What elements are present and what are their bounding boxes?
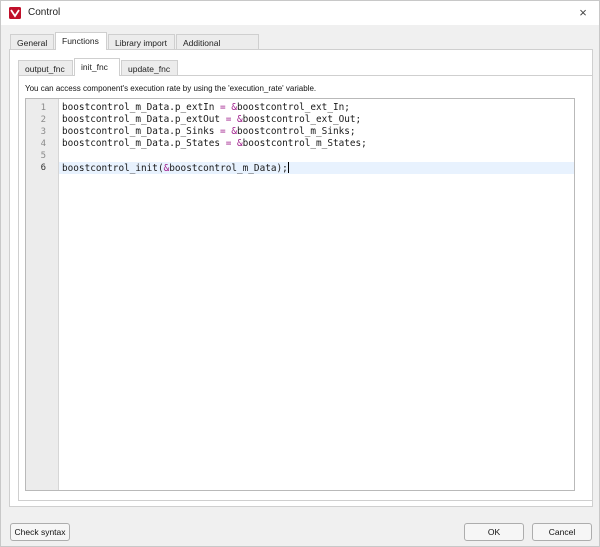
code-editor[interactable]: 1 boostcontrol_m_Data.p_extIn = &boostcon…: [25, 98, 575, 491]
code-token: boostcontrol_m_Data.p_extOut: [62, 114, 226, 125]
code-token: boostcontrol_m_Data.p_extIn: [62, 102, 221, 113]
title-bar: Control ×: [1, 1, 599, 25]
code-token: boostcontrol_m_Data.p_States: [62, 138, 226, 149]
code-token: boostcontrol_m_Data.p_Sinks: [62, 126, 221, 137]
tab-functions[interactable]: Functions: [55, 32, 107, 50]
code-token: boostcontrol_m_States;: [242, 138, 367, 149]
window-title: Control: [28, 7, 61, 18]
execution-rate-hint: You can access component's execution rat…: [25, 84, 317, 93]
line-number: 1: [40, 103, 46, 113]
ok-button[interactable]: OK: [464, 523, 524, 541]
line-number: 4: [40, 139, 46, 149]
tab-init-fnc[interactable]: init_fnc: [74, 58, 120, 76]
close-icon[interactable]: ×: [575, 5, 591, 21]
code-text: boostcontrol_m_Data.p_States = &boostcon…: [62, 138, 367, 150]
tab-library-import[interactable]: Library import: [108, 34, 175, 50]
line-number: 5: [40, 151, 46, 161]
code-token: boostcontrol_init(: [62, 163, 164, 174]
code-text: boostcontrol_m_Data.p_extOut = &boostcon…: [62, 114, 361, 126]
code-token: boostcontrol_m_Sinks;: [237, 126, 356, 137]
code-line[interactable]: [59, 150, 574, 162]
code-text: boostcontrol_m_Data.p_Sinks = &boostcont…: [62, 126, 356, 138]
code-text: boostcontrol_init(&boostcontrol_m_Data);: [62, 162, 289, 175]
tab-additional-sources[interactable]: Additional sources: [176, 34, 259, 64]
dialog-window: Control × General Functions Library impo…: [0, 0, 600, 547]
cancel-button[interactable]: Cancel: [532, 523, 592, 541]
code-token: boostcontrol_m_Data);: [169, 163, 288, 174]
line-number: 6: [40, 163, 46, 173]
tab-output-fnc[interactable]: output_fnc: [18, 60, 73, 76]
tab-update-fnc[interactable]: update_fnc: [121, 60, 178, 76]
code-token: boostcontrol_ext_In;: [237, 102, 350, 113]
code-token: boostcontrol_ext_Out;: [242, 114, 362, 125]
code-text: boostcontrol_m_Data.p_extIn = &boostcont…: [62, 102, 350, 114]
line-number: 2: [40, 115, 46, 125]
app-logo-icon: [9, 7, 21, 19]
line-number: 3: [40, 127, 46, 137]
text-cursor: [287, 162, 289, 173]
tab-general[interactable]: General: [10, 34, 54, 50]
check-syntax-button[interactable]: Check syntax: [10, 523, 70, 541]
